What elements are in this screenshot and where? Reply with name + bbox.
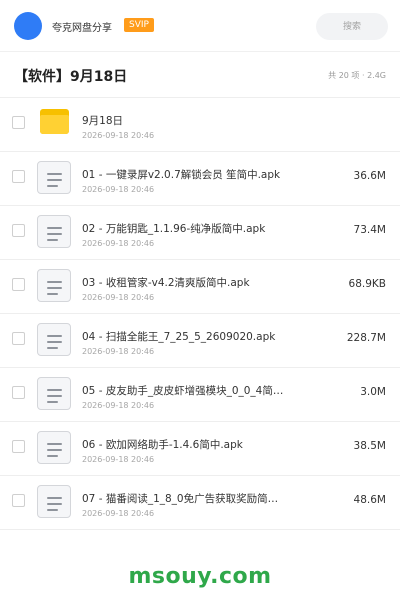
list-item[interactable]: 04 - 扫描全能王_7_25_5_2609020.apk 2026-09-18…	[0, 314, 400, 368]
document-icon	[37, 269, 71, 302]
row-checkbox[interactable]	[12, 224, 25, 237]
file-name: 03 - 收租管家-v4.2清爽版简中.apk	[82, 277, 250, 289]
file-date: 2026-09-18 20:46	[82, 293, 155, 302]
file-date: 2026-09-18 20:46	[82, 401, 155, 410]
svip-badge: SVIP	[124, 18, 154, 32]
file-size: 38.5M	[353, 440, 386, 452]
row-checkbox[interactable]	[12, 494, 25, 507]
document-icon	[37, 161, 71, 194]
file-size: 68.9KB	[348, 278, 386, 290]
list-item[interactable]: 03 - 收租管家-v4.2清爽版简中.apk 2026-09-18 20:46…	[0, 260, 400, 314]
row-checkbox[interactable]	[12, 170, 25, 183]
file-date: 2026-09-18 20:46	[82, 455, 155, 464]
file-date: 2026-09-18 20:46	[82, 239, 155, 248]
file-size: 36.6M	[353, 170, 386, 182]
file-list: 9月18日 2026-09-18 20:46 01 - 一键录屏v2.0.7解锁…	[0, 98, 400, 530]
file-name: 04 - 扫描全能王_7_25_5_2609020.apk	[82, 331, 276, 343]
list-item[interactable]: 01 - 一键录屏v2.0.7解锁会员 笙简中.apk 2026-09-18 2…	[0, 152, 400, 206]
folder-title: 【软件】9月18日	[14, 69, 128, 85]
folder-header: 【软件】9月18日 共 20 项 · 2.4G	[0, 52, 400, 98]
file-name: 05 - 皮友助手_皮皮虾增强模块_0_0_4简中.apk	[82, 385, 287, 397]
row-checkbox[interactable]	[12, 386, 25, 399]
document-icon	[37, 215, 71, 248]
folder-icon	[40, 109, 69, 134]
top-bar: 夸克网盘分享 SVIP	[0, 0, 400, 52]
user-name[interactable]: 夸克网盘分享	[52, 19, 112, 34]
list-item-folder[interactable]: 9月18日 2026-09-18 20:46	[0, 98, 400, 152]
file-date: 2026-09-18 20:46	[82, 185, 155, 194]
list-item[interactable]: 05 - 皮友助手_皮皮虾增强模块_0_0_4简中.apk 2026-09-18…	[0, 368, 400, 422]
file-date: 2026-09-18 20:46	[82, 131, 155, 140]
document-icon	[37, 377, 71, 410]
file-size: 73.4M	[353, 224, 386, 236]
row-checkbox[interactable]	[12, 116, 25, 129]
document-icon	[37, 323, 71, 356]
file-name: 06 - 欧加网络助手-1.4.6简中.apk	[82, 439, 243, 451]
avatar[interactable]	[14, 12, 42, 40]
watermark: msouy.com	[128, 564, 272, 589]
file-date: 2026-09-18 20:46	[82, 509, 155, 518]
file-name: 02 - 万能钥匙_1.1.96-纯净版简中.apk	[82, 223, 266, 235]
row-checkbox[interactable]	[12, 440, 25, 453]
document-icon	[37, 485, 71, 518]
list-item[interactable]: 06 - 欧加网络助手-1.4.6简中.apk 2026-09-18 20:46…	[0, 422, 400, 476]
file-size: 228.7M	[346, 332, 386, 344]
folder-summary: 共 20 项 · 2.4G	[328, 71, 386, 80]
row-checkbox[interactable]	[12, 332, 25, 345]
document-icon	[37, 431, 71, 464]
row-checkbox[interactable]	[12, 278, 25, 291]
file-name: 9月18日	[82, 115, 124, 127]
file-name: 07 - 猫番阅读_1_8_0免广告获取奖励简中.apk	[82, 493, 287, 505]
file-size: 3.0M	[360, 386, 386, 398]
file-name: 01 - 一键录屏v2.0.7解锁会员 笙简中.apk	[82, 169, 281, 181]
search-input[interactable]	[316, 13, 388, 40]
list-item[interactable]: 07 - 猫番阅读_1_8_0免广告获取奖励简中.apk 2026-09-18 …	[0, 476, 400, 530]
file-size: 48.6M	[353, 494, 386, 506]
list-item[interactable]: 02 - 万能钥匙_1.1.96-纯净版简中.apk 2026-09-18 20…	[0, 206, 400, 260]
file-date: 2026-09-18 20:46	[82, 347, 155, 356]
